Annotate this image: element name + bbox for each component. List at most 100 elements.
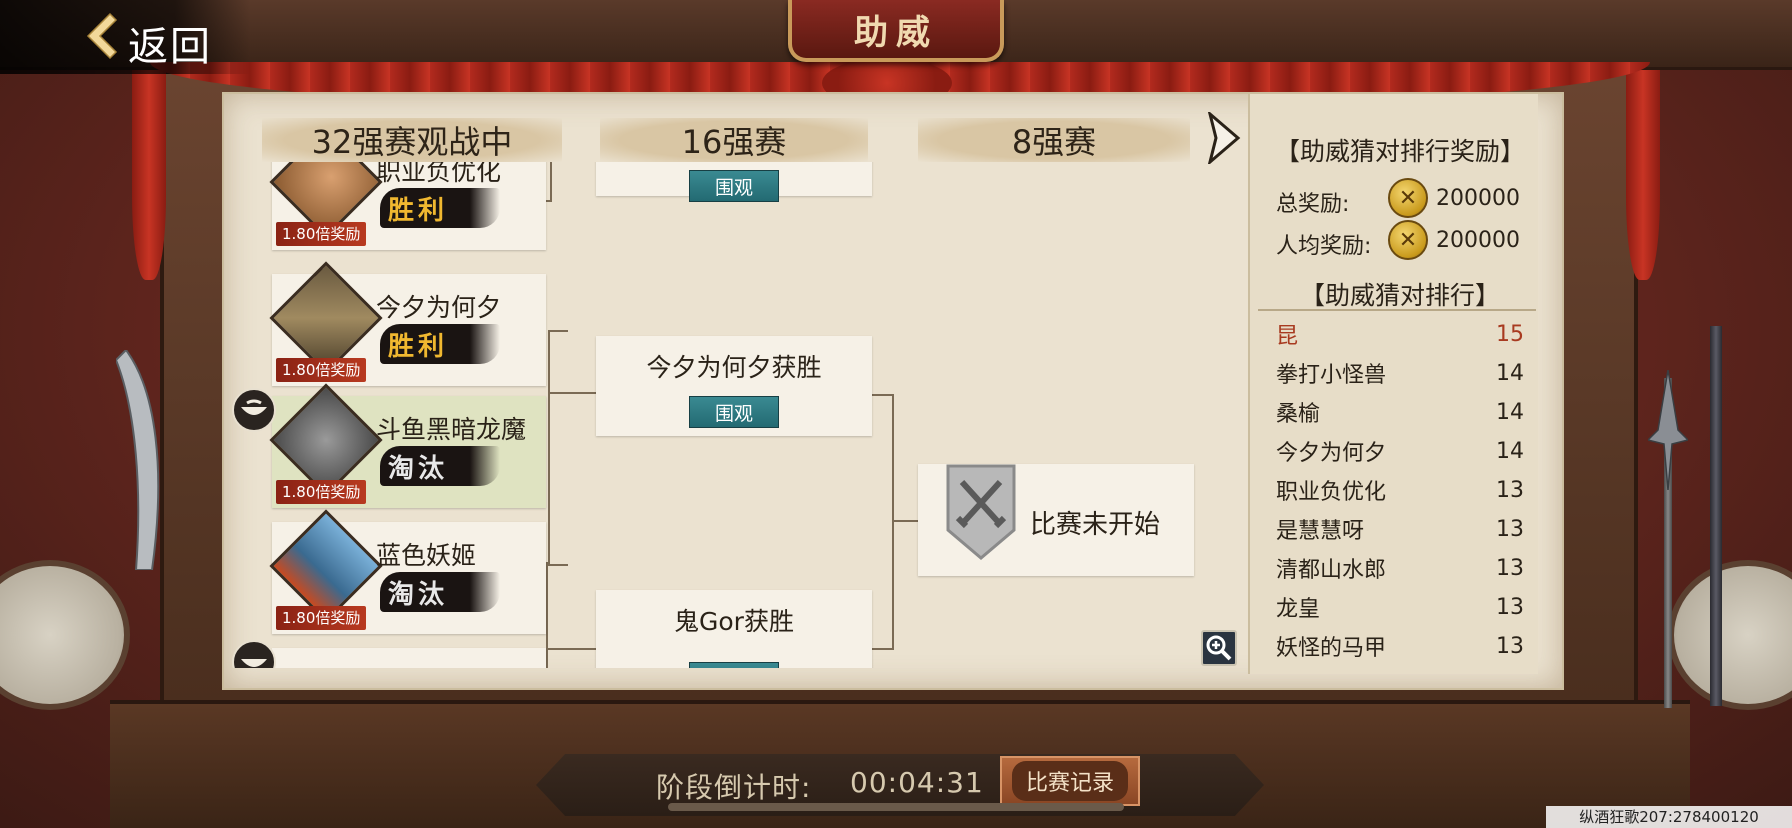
match-card[interactable]: 围观 bbox=[596, 162, 872, 202]
round-8-label: 8强赛 bbox=[1011, 123, 1097, 161]
connector-line bbox=[546, 562, 548, 668]
ranking-name: 拳打小怪兽 bbox=[1276, 363, 1387, 388]
next-round-arrow-icon[interactable] bbox=[1206, 112, 1242, 164]
crossed-swords-shield-icon bbox=[946, 464, 1016, 560]
match-record-label: 比赛记录 bbox=[1011, 761, 1128, 801]
player-name: 蓝色妖姬 bbox=[376, 541, 477, 570]
connector-line bbox=[548, 564, 568, 566]
avg-reward-label: 人均奖励: bbox=[1276, 234, 1372, 259]
connector-line bbox=[892, 394, 894, 650]
ranking-name: 龙皇 bbox=[1276, 597, 1321, 622]
result-win-tag: 胜利 bbox=[380, 324, 500, 364]
ranking-score: 13 bbox=[1496, 555, 1524, 581]
ranking-name: 昆 bbox=[1276, 324, 1299, 349]
ranking-row: 妖怪的马甲 13 bbox=[1276, 628, 1524, 664]
blade-decor-icon bbox=[116, 350, 160, 570]
bet-bowl-icon[interactable] bbox=[232, 388, 276, 432]
connector-line bbox=[548, 330, 568, 332]
player-name: 今夕为何夕 bbox=[376, 293, 502, 322]
connector-line bbox=[892, 520, 918, 522]
ranking-row: 是慧慧呀 13 bbox=[1276, 511, 1524, 547]
ranking-row: 桑榆 14 bbox=[1276, 394, 1524, 430]
watch-button[interactable]: 围观 bbox=[689, 396, 779, 428]
pole-decor bbox=[1710, 326, 1722, 706]
match-record-button[interactable]: 比赛记录 bbox=[1000, 756, 1140, 806]
match-card[interactable]: 今夕为何夕获胜 围观 bbox=[596, 336, 872, 436]
reward-title: 【助威猜对排行奖励】 bbox=[1274, 137, 1525, 166]
quarterfinal-card[interactable]: 比赛未开始 bbox=[918, 464, 1194, 576]
round-16-label: 16强赛 bbox=[681, 123, 787, 161]
ranking-row: 职业负优化 13 bbox=[1276, 472, 1524, 508]
watch-button[interactable]: 围观 bbox=[689, 170, 779, 202]
countdown-value: 00:04:31 bbox=[850, 766, 984, 799]
zoom-in-icon bbox=[1206, 635, 1232, 661]
curtain-left bbox=[132, 70, 166, 280]
player-card[interactable]: 今夕为何夕 胜利 1.80倍奖励 bbox=[269, 261, 546, 386]
ranking-row: 今夕为何夕 14 bbox=[1276, 433, 1524, 469]
connector-line bbox=[548, 330, 550, 566]
match-status-text: 比赛未开始 bbox=[1030, 510, 1161, 540]
round-32-label: 32强赛观战中 bbox=[311, 123, 513, 161]
zoom-button[interactable] bbox=[1201, 630, 1237, 666]
page-title: 助威 bbox=[854, 12, 938, 53]
total-reward-value: 200000 bbox=[1436, 186, 1520, 211]
back-label: 返回 bbox=[128, 24, 212, 70]
player-name: 职业负优化 bbox=[376, 162, 502, 186]
ranking-title: 【助威猜对排行】 bbox=[1299, 281, 1500, 310]
round-16-header[interactable]: 16强赛 bbox=[600, 118, 868, 162]
bowl-glyph-icon bbox=[241, 659, 267, 667]
ranking-name: 清都山水郎 bbox=[1276, 558, 1387, 583]
avg-reward-value: 200000 bbox=[1436, 228, 1520, 253]
ranking-score: 13 bbox=[1496, 633, 1524, 659]
player-name: 斗鱼黑暗龙魔 bbox=[376, 415, 527, 444]
bowl-glyph-icon bbox=[241, 399, 267, 415]
chevron-left-icon bbox=[86, 12, 118, 60]
ranking-row: 昆 15 bbox=[1276, 316, 1524, 352]
round-8-header[interactable]: 8强赛 bbox=[918, 118, 1190, 162]
ranking-score: 13 bbox=[1496, 516, 1524, 542]
divider bbox=[1258, 309, 1536, 311]
coin-icon: ✕ bbox=[1388, 220, 1428, 260]
result-text: 胜利 bbox=[388, 195, 449, 226]
coin-icon: ✕ bbox=[1388, 178, 1428, 218]
player-card[interactable]: 职业负优化 胜利 1.80倍奖励 bbox=[269, 162, 546, 250]
bet-bowl-icon[interactable] bbox=[232, 640, 276, 668]
result-eliminated-tag: 淘汰 bbox=[380, 572, 500, 612]
ranking-name: 桑榆 bbox=[1276, 402, 1321, 427]
multiplier-badge: 1.80倍奖励 bbox=[276, 480, 367, 504]
ranking-name: 是慧慧呀 bbox=[1276, 519, 1365, 544]
ranking-name: 今夕为何夕 bbox=[1276, 441, 1387, 466]
ranking-score: 13 bbox=[1496, 594, 1524, 620]
result-win-tag: 胜利 bbox=[380, 188, 500, 228]
connector-line bbox=[546, 648, 596, 650]
result-text: 淘汰 bbox=[388, 453, 449, 484]
match-card[interactable]: 鬼Gor获胜 围观 bbox=[596, 590, 872, 668]
spear-tip-icon bbox=[1648, 370, 1688, 490]
result-eliminated-tag: 淘汰 bbox=[380, 446, 500, 486]
ranking-score: 13 bbox=[1496, 477, 1524, 503]
player-card[interactable]: 斗鱼黑暗龙魔 淘汰 1.80倍奖励 bbox=[269, 383, 546, 508]
ranking-row: 清都山水郎 13 bbox=[1276, 550, 1524, 586]
curtain-right bbox=[1626, 70, 1660, 280]
ranking-score: 14 bbox=[1496, 438, 1524, 464]
round-32-header[interactable]: 32强赛观战中 bbox=[262, 118, 562, 162]
player-card[interactable] bbox=[272, 648, 546, 668]
multiplier-badge: 1.80倍奖励 bbox=[276, 606, 367, 630]
player-card[interactable]: 蓝色妖姬 淘汰 1.80倍奖励 bbox=[269, 509, 546, 634]
total-reward-label: 总奖励: bbox=[1276, 192, 1350, 217]
ranking-score: 14 bbox=[1496, 399, 1524, 425]
match-result-text: 鬼Gor获胜 bbox=[674, 607, 794, 636]
ranking-name: 妖怪的马甲 bbox=[1276, 636, 1387, 661]
ranking-row: 龙皇 13 bbox=[1276, 589, 1524, 625]
watch-button[interactable]: 围观 bbox=[689, 662, 779, 668]
bracket-viewport[interactable]: 职业负优化 胜利 1.80倍奖励 今夕为何夕 胜利 1.80倍奖励 斗鱼黑暗龙魔… bbox=[232, 162, 1220, 668]
ranking-score: 15 bbox=[1496, 321, 1524, 347]
connector-line bbox=[872, 394, 894, 396]
scrollbar[interactable] bbox=[668, 803, 1124, 811]
connector-line bbox=[550, 162, 552, 202]
connector-line bbox=[872, 648, 894, 650]
multiplier-badge: 1.80倍奖励 bbox=[276, 222, 367, 246]
ranking-row: 拳打小怪兽 14 bbox=[1276, 355, 1524, 391]
back-button[interactable]: 返回 bbox=[0, 0, 250, 74]
countdown-label: 阶段倒计时: bbox=[656, 771, 812, 804]
